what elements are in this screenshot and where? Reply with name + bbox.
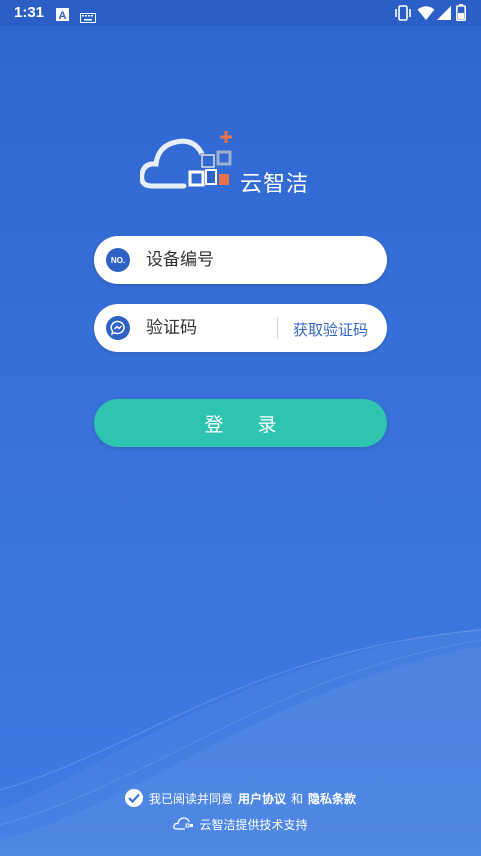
tech-support-row: 云智洁提供技术支持 [0,816,481,833]
login-screen: 1:31 A 云智洁 NO. 设备编号 验证码 获取验证码 登 录 我已阅读并同… [0,0,481,856]
message-icon [106,316,130,340]
battery-icon [456,4,466,25]
brand-name: 云智洁 [240,172,310,197]
status-time: 1:31 [14,4,45,21]
svg-text:A: A [59,10,67,21]
wifi-icon [417,5,435,25]
vibrate-icon [394,5,412,25]
support-text: 云智洁提供技术支持 [199,818,308,832]
agree-checkbox[interactable] [124,789,143,807]
check-icon [128,793,140,803]
cloud-icon [173,816,195,833]
user-agreement-link[interactable]: 用户协议 [238,790,286,807]
verification-code-input[interactable] [146,316,266,340]
a-icon: A [56,6,69,25]
device-number-field[interactable]: NO. [94,236,387,284]
get-code-button[interactable]: 获取验证码 [293,319,368,340]
device-number-input[interactable] [146,248,266,272]
agreement-row: 我已阅读并同意 用户协议 和 隐私条款 [0,789,481,807]
privacy-policy-link[interactable]: 隐私条款 [308,790,356,807]
login-button[interactable]: 登 录 [94,399,387,447]
verification-code-field[interactable]: 获取验证码 [94,304,387,352]
keyboard-icon [80,8,96,27]
agreement-prefix: 我已阅读并同意 [148,791,233,806]
agreement-and: 和 [291,791,304,806]
signal-icon [436,5,452,25]
status-bar: 1:31 A [0,0,481,26]
field-divider [277,317,278,339]
number-icon: NO. [106,248,130,272]
